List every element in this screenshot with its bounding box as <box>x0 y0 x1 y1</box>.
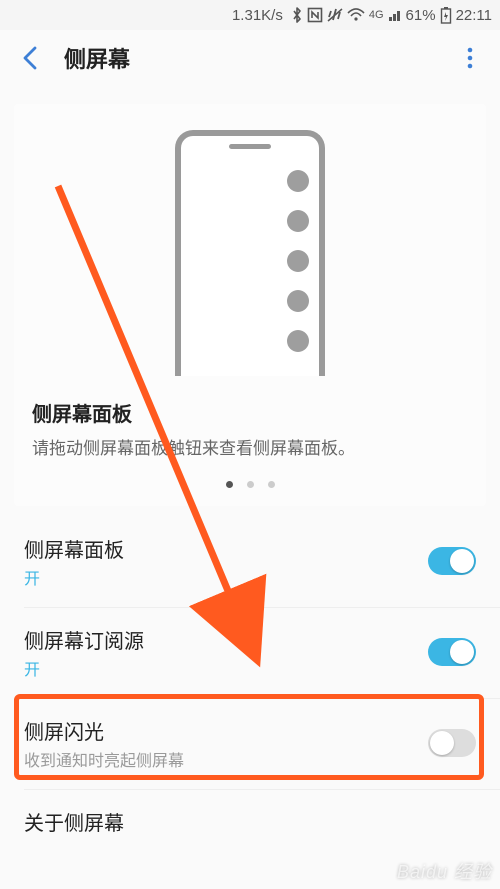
net-speed: 1.31K/s <box>232 7 283 24</box>
settings-list: 侧屏幕面板 开 侧屏幕订阅源 开 侧屏闪光 收到通知时亮起侧屏幕 关于侧屏幕 <box>0 516 500 854</box>
bluetooth-icon <box>291 7 303 23</box>
signal-bars-icon <box>388 8 402 22</box>
row-title: 侧屏幕订阅源 <box>24 625 144 654</box>
preview-card: 侧屏幕面板 请拖动侧屏幕面板触钮来查看侧屏幕面板。 <box>14 104 486 506</box>
vibrate-icon <box>327 7 343 23</box>
row-sub: 开 <box>24 656 144 680</box>
status-bar: 1.31K/s 4G 61% 22:11 <box>0 0 500 30</box>
back-button[interactable] <box>12 40 48 76</box>
signal-icon: 4G <box>369 9 384 21</box>
more-button[interactable] <box>452 40 488 76</box>
row-about-edge[interactable]: 关于侧屏幕 <box>0 789 500 854</box>
page-dot[interactable] <box>247 481 254 488</box>
content: 侧屏幕面板 请拖动侧屏幕面板触钮来查看侧屏幕面板。 侧屏幕面板 开 侧屏幕订阅源… <box>0 104 500 854</box>
toggle-edge-lighting[interactable] <box>428 729 476 757</box>
battery-pct: 61% <box>406 7 436 24</box>
toggle-edge-feeds[interactable] <box>428 638 476 666</box>
row-edge-feeds[interactable]: 侧屏幕订阅源 开 <box>0 607 500 698</box>
preview-desc: 请拖动侧屏幕面板触钮来查看侧屏幕面板。 <box>32 437 468 461</box>
row-title: 关于侧屏幕 <box>24 807 124 836</box>
row-sub: 开 <box>24 565 124 589</box>
row-title: 侧屏幕面板 <box>24 534 124 563</box>
battery-icon <box>440 6 452 24</box>
nfc-icon <box>307 7 323 23</box>
row-edge-lighting[interactable]: 侧屏闪光 收到通知时亮起侧屏幕 <box>0 698 500 789</box>
row-edge-panels[interactable]: 侧屏幕面板 开 <box>0 516 500 607</box>
app-header: 侧屏幕 <box>0 30 500 86</box>
page-title: 侧屏幕 <box>64 42 130 74</box>
phone-mockup <box>175 130 325 376</box>
edge-panel-dots <box>287 170 309 352</box>
row-title: 侧屏闪光 <box>24 716 184 745</box>
preview-title: 侧屏幕面板 <box>32 398 468 427</box>
page-dot[interactable] <box>268 481 275 488</box>
clock: 22:11 <box>456 7 492 24</box>
toggle-edge-panels[interactable] <box>428 547 476 575</box>
row-sub: 收到通知时亮起侧屏幕 <box>24 747 184 771</box>
page-indicator <box>32 481 468 488</box>
page-dot[interactable] <box>226 481 233 488</box>
watermark: Baidu 经验 <box>397 863 492 883</box>
wifi-icon <box>347 8 365 22</box>
